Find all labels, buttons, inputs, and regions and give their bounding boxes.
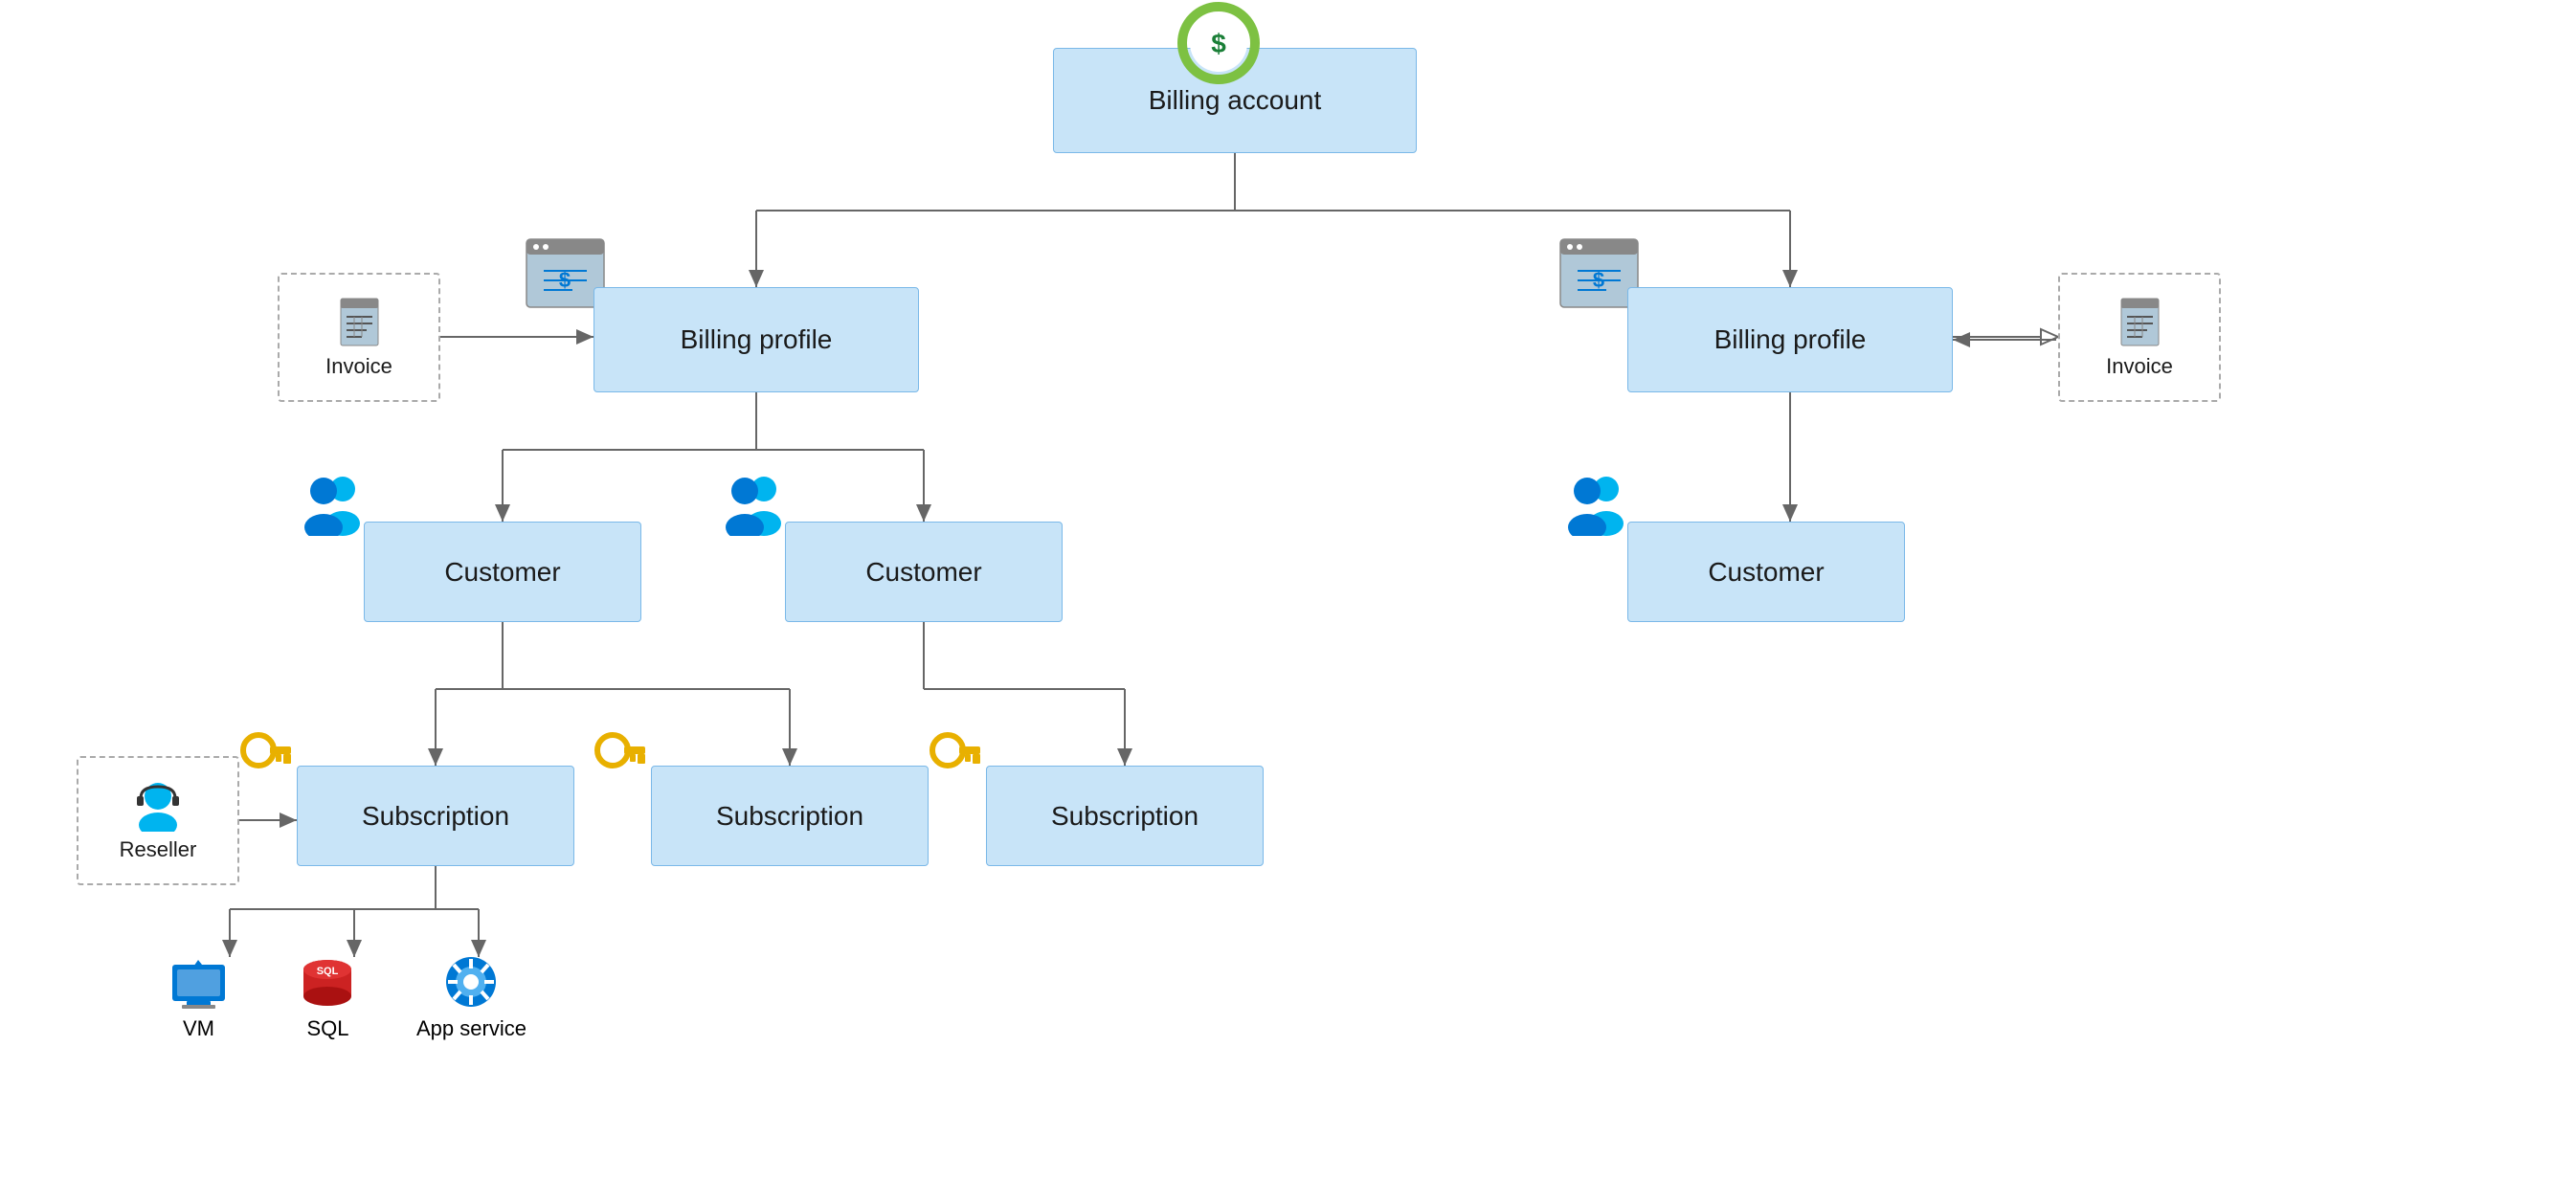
customer-3-node: Customer (1627, 522, 1905, 622)
subscription-2-key-icon (592, 729, 649, 787)
svg-text:$: $ (1211, 29, 1226, 58)
sql-label: SQL (306, 1016, 348, 1041)
reseller-label: Reseller (120, 837, 197, 862)
subscription-2-node: Subscription (651, 766, 929, 866)
subscription-3-label: Subscription (1051, 801, 1198, 832)
diagram-container: Billing account $ $ Billing profile (0, 0, 2576, 1180)
vm-service: VM (168, 955, 230, 1041)
customer-2-label: Customer (865, 557, 981, 588)
app-service-label: App service (416, 1016, 526, 1041)
billing-profile-left-label: Billing profile (681, 324, 833, 355)
sql-service: SQL SQL (297, 955, 359, 1041)
reseller-node: Reseller (77, 756, 239, 885)
svg-text:SQL: SQL (317, 966, 339, 977)
customer-1-icon (297, 474, 369, 541)
subscription-1-key-icon (237, 729, 295, 787)
invoice-left-node: Invoice (278, 273, 440, 402)
customer-3-label: Customer (1708, 557, 1824, 588)
reseller-icon (129, 779, 187, 832)
subscription-2-label: Subscription (716, 801, 863, 832)
subscription-3-key-icon (927, 729, 984, 787)
subscription-1-node: Subscription (297, 766, 574, 866)
invoice-right-icon (2114, 296, 2166, 348)
billing-account-icon: $ (1176, 0, 1262, 91)
invoice-right-label: Invoice (2106, 354, 2173, 379)
invoice-left-icon (333, 296, 386, 348)
billing-profile-right-node: Billing profile (1627, 287, 1953, 392)
subscription-1-label: Subscription (362, 801, 509, 832)
customer-2-icon (718, 474, 790, 541)
billing-profile-right-label: Billing profile (1714, 324, 1867, 355)
customer-3-icon (1560, 474, 1632, 541)
subscription-3-node: Subscription (986, 766, 1264, 866)
customer-2-node: Customer (785, 522, 1063, 622)
invoice-right-node: Invoice (2058, 273, 2221, 402)
billing-profile-left-node: Billing profile (594, 287, 919, 392)
app-service-service: App service (416, 955, 526, 1041)
customer-1-node: Customer (364, 522, 641, 622)
customer-1-label: Customer (444, 557, 560, 588)
invoice-left-label: Invoice (325, 354, 392, 379)
vm-label: VM (183, 1016, 214, 1041)
